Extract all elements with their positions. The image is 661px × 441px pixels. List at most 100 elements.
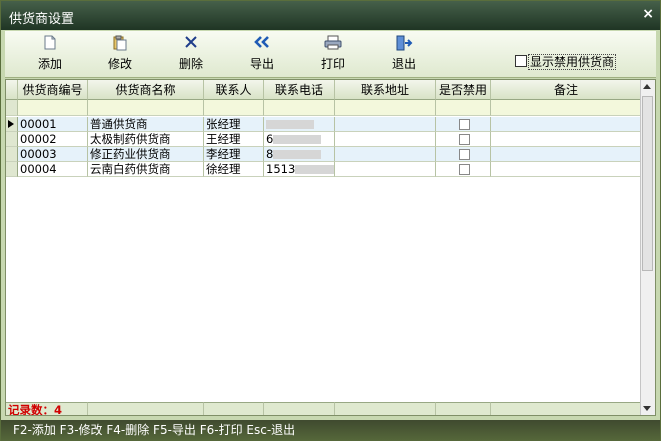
checkbox-icon[interactable] [515,55,527,67]
cell-supplier-id[interactable]: 00003 [18,147,88,162]
double-arrow-left-icon [237,35,287,53]
edit-button[interactable]: 修改 [95,35,145,73]
disabled-checkbox[interactable] [458,134,470,145]
cell-supplier-name[interactable]: 普通供货商 [88,117,204,132]
filter-supplier-id[interactable] [18,100,88,116]
footer-cell [436,402,491,415]
cell-address[interactable] [335,147,436,162]
row-selector[interactable] [6,162,18,177]
redacted-mark [295,165,334,174]
filter-disabled[interactable] [436,100,491,116]
cell-phone[interactable] [264,117,335,132]
col-disabled[interactable]: 是否禁用 [436,80,491,100]
cell-address[interactable] [335,132,436,147]
current-row-arrow-icon [8,120,14,128]
col-supplier-name[interactable]: 供货商名称 [88,80,204,100]
cell-note[interactable] [491,132,642,147]
cell-note[interactable] [491,117,642,132]
close-icon[interactable]: × [642,6,654,22]
cell-supplier-name[interactable]: 修正药业供货商 [88,147,204,162]
exit-label: 退出 [391,57,416,71]
scroll-thumb[interactable] [642,96,653,271]
clipboard-icon [95,35,145,53]
add-button[interactable]: 添加 [25,35,75,73]
cell-supplier-name[interactable]: 太极制药供货商 [88,132,204,147]
title-bar: 供货商设置 × [1,1,660,30]
cell-phone[interactable]: 1513 [264,162,335,177]
x-icon [166,35,216,53]
footer-cell [264,402,335,415]
row-selector-header [6,80,18,100]
redacted-mark [273,135,322,144]
scroll-down-icon[interactable] [643,406,651,411]
col-address[interactable]: 联系地址 [335,80,436,100]
delete-button[interactable]: 删除 [166,35,216,73]
cell-disabled[interactable] [436,132,491,147]
col-phone[interactable]: 联系电话 [264,80,335,100]
filter-contact[interactable] [204,100,264,116]
phone-text: 1513 [266,162,296,176]
print-label: 打印 [320,57,345,71]
col-note[interactable]: 备注 [491,80,642,100]
cell-address[interactable] [335,117,436,132]
print-button[interactable]: 打印 [308,35,358,73]
disabled-checkbox[interactable] [458,149,470,160]
cell-disabled[interactable] [436,147,491,162]
cell-phone[interactable]: 6 [264,132,335,147]
col-contact[interactable]: 联系人 [204,80,264,100]
table-row[interactable]: 00002 太极制药供货商 王经理 6 [6,132,642,147]
table-row[interactable]: 00003 修正药业供货商 李经理 8 [6,147,642,162]
filter-supplier-name[interactable] [88,100,204,116]
row-selector[interactable] [6,117,18,132]
cell-disabled[interactable] [436,117,491,132]
export-label: 导出 [249,57,274,71]
printer-icon [308,35,358,53]
disabled-checkbox[interactable] [458,119,470,130]
record-count: 记录数：4 [6,402,88,415]
status-bar: F2-添加 F3-修改 F4-删除 F5-导出 F6-打印 Esc-退出 [1,420,660,441]
supplier-settings-window: 供货商设置 × 添加 修改 删除 导出 打印 退出 显示禁用供货商 供货商编号 … [0,0,661,441]
show-disabled-label: 显示禁用供货商 [528,54,617,70]
cell-contact[interactable]: 李经理 [204,147,264,162]
cell-supplier-id[interactable]: 00001 [18,117,88,132]
cell-disabled[interactable] [436,162,491,177]
export-button[interactable]: 导出 [237,35,287,73]
table-row[interactable]: 00001 普通供货商 张经理 [6,117,642,132]
vertical-scrollbar[interactable] [640,80,655,415]
grid-footer: 记录数：4 [6,402,642,415]
footer-cell [491,402,642,415]
add-label: 添加 [37,57,62,71]
redacted-mark [273,150,322,159]
cell-contact[interactable]: 张经理 [204,117,264,132]
cell-note[interactable] [491,162,642,177]
footer-cell [88,402,204,415]
col-supplier-id[interactable]: 供货商编号 [18,80,88,100]
filter-row-selector [6,100,18,116]
exit-button[interactable]: 退出 [379,35,429,73]
show-disabled-checkbox[interactable]: 显示禁用供货商 [515,53,617,70]
table-row[interactable]: 00004 云南白药供货商 徐经理 1513 [6,162,642,177]
page-icon [25,35,75,53]
cell-supplier-id[interactable]: 00002 [18,132,88,147]
supplier-grid: 供货商编号 供货商名称 联系人 联系电话 联系地址 是否禁用 备注 00001 … [5,79,656,416]
cell-supplier-name[interactable]: 云南白药供货商 [88,162,204,177]
footer-cell [335,402,436,415]
cell-supplier-id[interactable]: 00004 [18,162,88,177]
toolbar: 添加 修改 删除 导出 打印 退出 显示禁用供货商 [5,31,656,78]
disabled-checkbox[interactable] [458,164,470,175]
cell-contact[interactable]: 徐经理 [204,162,264,177]
scroll-up-icon[interactable] [643,84,651,89]
grid-header: 供货商编号 供货商名称 联系人 联系电话 联系地址 是否禁用 备注 [6,80,642,100]
phone-text: 6 [266,132,274,146]
row-selector[interactable] [6,147,18,162]
redacted-mark [266,120,314,129]
exit-door-icon [379,35,429,53]
cell-address[interactable] [335,162,436,177]
filter-note[interactable] [491,100,642,116]
cell-note[interactable] [491,147,642,162]
row-selector[interactable] [6,132,18,147]
cell-contact[interactable]: 王经理 [204,132,264,147]
filter-phone[interactable] [264,100,335,116]
cell-phone[interactable]: 8 [264,147,335,162]
filter-address[interactable] [335,100,436,116]
